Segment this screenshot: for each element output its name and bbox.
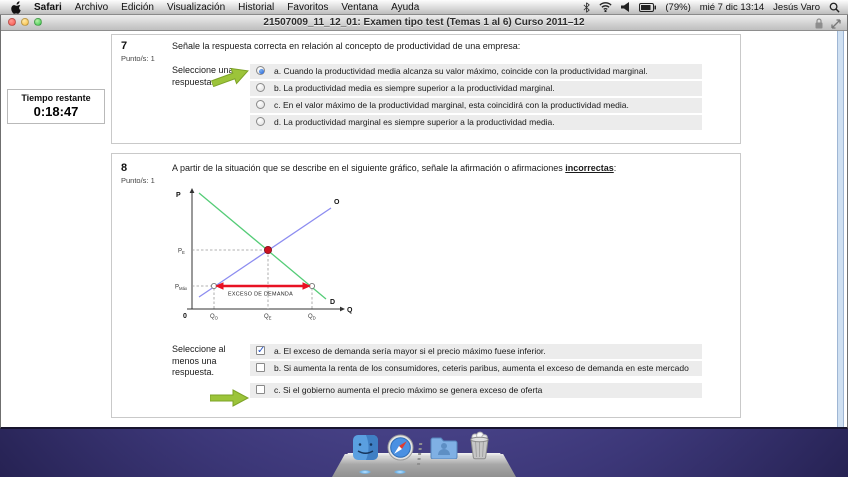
option-label: a. Cuando la productividad media alcanza…: [274, 66, 648, 76]
bluetooth-icon[interactable]: [583, 2, 590, 13]
zoom-window-button[interactable]: [34, 18, 42, 26]
question-points: Punto/s: 1: [121, 54, 155, 63]
checkbox-option-c[interactable]: [256, 385, 265, 394]
checkbox-option-a[interactable]: [256, 346, 265, 355]
qty-equilibrium-label: QE: [264, 314, 272, 321]
timer-value: 0:18:47: [10, 104, 102, 119]
quiz-timer: Tiempo restante 0:18:47: [7, 89, 105, 124]
question-7: 7 Punto/s: 1 Señale la respuesta correct…: [111, 34, 741, 144]
excess-demand-annotation: EXCESO DE DEMANDA: [228, 292, 293, 298]
vertical-scrollbar[interactable]: [837, 31, 844, 427]
apple-menu-icon[interactable]: [10, 1, 21, 14]
answer-pointer-arrow-q8: [210, 387, 250, 409]
close-window-button[interactable]: [8, 18, 16, 26]
user-menu[interactable]: Jesús Varo: [773, 2, 820, 13]
question-8: 8 Punto/s: 1 A partir de la situación qu…: [111, 153, 741, 418]
radio-option-c[interactable]: [256, 100, 265, 109]
option-label: c. Si el gobierno aumenta el precio máxi…: [274, 385, 542, 395]
checkbox-option-b[interactable]: [256, 363, 265, 372]
question-number: 7: [121, 40, 127, 52]
menu-ayuda[interactable]: Ayuda: [391, 2, 419, 13]
radio-option-d[interactable]: [256, 117, 265, 126]
battery-icon[interactable]: [639, 3, 656, 12]
menu-visualizacion[interactable]: Visualización: [167, 2, 225, 13]
wifi-icon[interactable]: [599, 2, 612, 12]
menu-app-name[interactable]: Safari: [34, 2, 62, 13]
price-equilibrium-label: PE: [178, 249, 185, 256]
radio-option-b[interactable]: [256, 83, 265, 92]
question-text: Señale la respuesta correcta en relación…: [172, 41, 727, 52]
safari-window: 21507009_11_12_01: Examen tipo test (Tem…: [0, 14, 848, 429]
question-prompt: Seleccione al menos una respuesta.: [172, 344, 248, 379]
menu-favoritos[interactable]: Favoritos: [287, 2, 328, 13]
minimize-window-button[interactable]: [21, 18, 29, 26]
origin-label: 0: [183, 313, 187, 320]
page-content: Tiempo restante 0:18:47 7 Punto/s: 1 Señ…: [1, 31, 847, 427]
menu-archivo[interactable]: Archivo: [75, 2, 108, 13]
option-label: c. En el valor máximo de la productivida…: [274, 100, 629, 110]
option-label: b. Si aumenta la renta de los consumidor…: [274, 363, 689, 373]
option-row-b[interactable]: b. Si aumenta la renta de los consumidor…: [250, 361, 702, 376]
question-points: Punto/s: 1: [121, 176, 155, 185]
qty-supplied-label: QO: [210, 314, 219, 321]
x-axis-label: Q: [347, 307, 353, 314]
option-row-b[interactable]: b. La productividad media es siempre sup…: [250, 81, 702, 96]
question-8-options: a. El exceso de demanda sería mayor si e…: [250, 344, 702, 400]
safari-dock-icon[interactable]: [387, 434, 414, 466]
option-row-d[interactable]: d. La productividad marginal es siempre …: [250, 115, 702, 130]
window-title: 21507009_11_12_01: Examen tipo test (Tem…: [263, 17, 584, 28]
emphasized-word: incorrectas: [565, 163, 614, 173]
demand-label: D: [330, 299, 335, 306]
option-row-a[interactable]: a. Cuando la productividad media alcanza…: [250, 64, 702, 79]
dock: [332, 431, 516, 477]
question-number: 8: [121, 162, 127, 174]
price-max-label: PMáx: [175, 285, 188, 292]
supply-demand-chart: P Q 0 O D PE PMáx QO QE QD EXCESO DE DEM…: [174, 187, 359, 324]
question-text: A partir de la situación que se describe…: [172, 163, 727, 174]
menu-bar: Safari Archivo Edición Visualización His…: [0, 0, 848, 15]
finder-dock-icon[interactable]: [352, 434, 379, 466]
y-axis-label: P: [176, 192, 181, 199]
supply-label: O: [334, 199, 340, 206]
menu-ventana[interactable]: Ventana: [341, 2, 378, 13]
battery-percent: (79%): [665, 2, 690, 13]
window-title-bar[interactable]: 21507009_11_12_01: Examen tipo test (Tem…: [1, 14, 847, 31]
trash-dock-icon[interactable]: [467, 431, 492, 465]
option-row-a[interactable]: a. El exceso de demanda sería mayor si e…: [250, 344, 702, 359]
option-row-c[interactable]: c. Si el gobierno aumenta el precio máxi…: [250, 383, 702, 398]
timer-label: Tiempo restante: [10, 93, 102, 103]
option-label: d. La productividad marginal es siempre …: [274, 117, 555, 127]
option-label: a. El exceso de demanda sería mayor si e…: [274, 346, 546, 356]
folder-dock-icon[interactable]: [430, 436, 458, 464]
radio-option-a[interactable]: [256, 66, 265, 75]
menu-historial[interactable]: Historial: [238, 2, 274, 13]
demand-line: [199, 193, 326, 299]
safari-running-indicator: [394, 470, 406, 474]
option-row-c[interactable]: c. En el valor máximo de la productivida…: [250, 98, 702, 113]
equilibrium-point: [264, 246, 271, 253]
menu-clock[interactable]: mié 7 dic 13:14: [700, 2, 764, 13]
volume-icon[interactable]: [621, 2, 630, 12]
option-label: b. La productividad media es siempre sup…: [274, 83, 555, 93]
finder-running-indicator: [359, 470, 371, 474]
question-7-options: a. Cuando la productividad media alcanza…: [250, 64, 702, 132]
menu-edicion[interactable]: Edición: [121, 2, 154, 13]
qty-demanded-label: QD: [308, 314, 316, 321]
spotlight-icon[interactable]: [829, 2, 840, 13]
